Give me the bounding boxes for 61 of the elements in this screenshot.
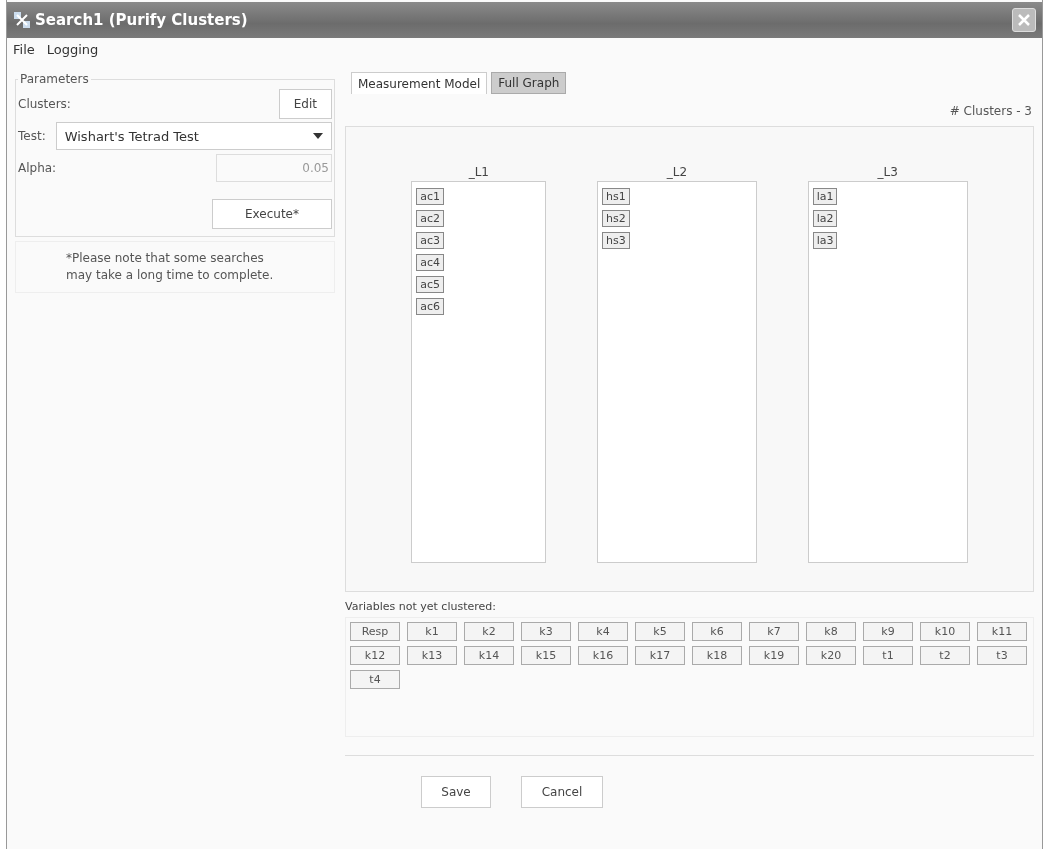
- variable-chip[interactable]: k2: [464, 622, 514, 641]
- tab[interactable]: Full Graph: [491, 72, 567, 94]
- variable-chip[interactable]: k6: [692, 622, 742, 641]
- variable-chip[interactable]: Resp: [350, 622, 400, 641]
- app-icon: [13, 11, 31, 29]
- panel-title: Parameters: [19, 72, 90, 86]
- variable-chip[interactable]: k20: [806, 646, 856, 665]
- variable-chip[interactable]: ac2: [416, 210, 445, 227]
- variable-chip[interactable]: k18: [692, 646, 742, 665]
- save-button[interactable]: Save: [421, 776, 491, 808]
- tab[interactable]: Measurement Model: [351, 72, 488, 94]
- variable-chip[interactable]: ac5: [416, 276, 445, 293]
- variable-chip[interactable]: k11: [977, 622, 1027, 641]
- variable-chip[interactable]: hs1: [602, 188, 630, 205]
- section-label: Variables not yet clustered:: [345, 600, 497, 613]
- variable-chip[interactable]: hs2: [602, 210, 630, 227]
- menu-item[interactable]: File: [13, 42, 35, 60]
- variable-chip[interactable]: la2: [812, 210, 838, 227]
- variable-chip[interactable]: k8: [806, 622, 856, 641]
- note-text: *Please note that some searches may take a long time to complete.: [15, 241, 335, 293]
- close-icon: [1018, 14, 1030, 26]
- variable-chip[interactable]: k3: [521, 622, 571, 641]
- variable-chip[interactable]: k13: [407, 646, 457, 665]
- cluster-count: # Clusters - 3: [948, 104, 1032, 118]
- variable-chip[interactable]: t3: [977, 646, 1027, 665]
- variable-chip[interactable]: ac1: [416, 188, 445, 205]
- variable-chip[interactable]: ac3: [416, 232, 445, 249]
- variable-chip[interactable]: la1: [812, 188, 838, 205]
- test-dropdown[interactable]: Wishart's Tetrad Test: [55, 122, 332, 150]
- close-button[interactable]: [1012, 8, 1036, 32]
- variable-chip[interactable]: k19: [749, 646, 799, 665]
- execute-button[interactable]: Execute*: [212, 199, 332, 229]
- variable-chip[interactable]: hs3: [602, 232, 630, 249]
- variable-chip[interactable]: k16: [578, 646, 628, 665]
- variable-chip[interactable]: k17: [635, 646, 685, 665]
- variable-chip[interactable]: k1: [407, 622, 457, 641]
- variable-chip[interactable]: k4: [578, 622, 628, 641]
- edit-button[interactable]: Edit: [278, 89, 332, 119]
- variable-chip[interactable]: k15: [521, 646, 571, 665]
- variable-chip[interactable]: t2: [920, 646, 970, 665]
- menu-item[interactable]: Logging: [46, 42, 99, 60]
- variable-chip[interactable]: ac4: [416, 254, 445, 271]
- field-label: Alpha:: [18, 161, 58, 175]
- variable-chip[interactable]: k9: [863, 622, 913, 641]
- cluster-name: _L3: [877, 165, 898, 179]
- variable-chip[interactable]: k10: [920, 622, 970, 641]
- variable-chip[interactable]: t4: [350, 670, 400, 689]
- cancel-button[interactable]: Cancel: [521, 776, 603, 808]
- cluster-name: _L1: [468, 165, 489, 179]
- variable-chip[interactable]: ac6: [416, 298, 445, 315]
- variable-chip[interactable]: k7: [749, 622, 799, 641]
- window-title: Search1 (Purify Clusters): [35, 11, 248, 29]
- variable-chip[interactable]: la3: [812, 232, 838, 249]
- variable-chip[interactable]: t1: [863, 646, 913, 665]
- cluster-name: _L2: [666, 165, 688, 179]
- caret-icon: [313, 133, 323, 139]
- field-label: Clusters:: [18, 97, 72, 111]
- variable-chip[interactable]: k14: [464, 646, 514, 665]
- variable-chip[interactable]: k12: [350, 646, 400, 665]
- variable-chip[interactable]: k5: [635, 622, 685, 641]
- field-label: Test:: [18, 129, 46, 143]
